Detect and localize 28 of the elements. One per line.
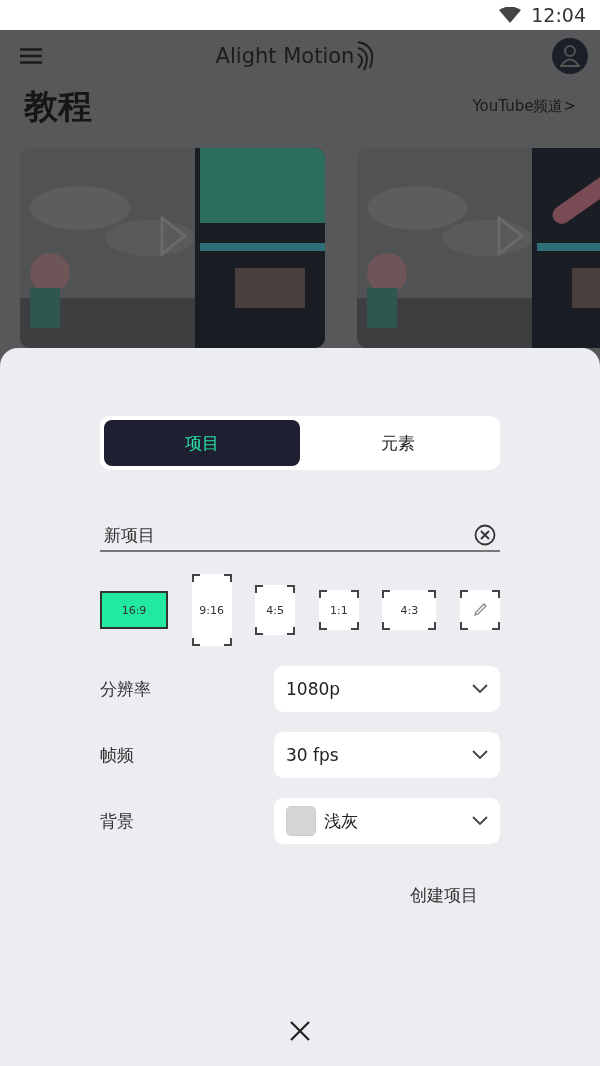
chevron-down-icon: [472, 684, 488, 694]
section-title: 教程: [24, 84, 92, 128]
pencil-icon: [471, 602, 488, 618]
create-project-button[interactable]: 创建项目: [406, 880, 482, 911]
ratio-button[interactable]: 16:9: [100, 591, 168, 629]
setting-label: 帧频: [100, 743, 134, 767]
setting-label: 背景: [100, 809, 134, 833]
ratio-button[interactable]: 4:3: [382, 590, 437, 630]
dropdown[interactable]: 1080p: [274, 666, 500, 712]
dropdown[interactable]: 30 fps: [274, 732, 500, 778]
ratio-button[interactable]: 4:5: [255, 585, 296, 635]
wifi-icon: [499, 7, 522, 23]
status-time: 12:04: [531, 4, 586, 26]
setting-label: 分辨率: [100, 677, 151, 701]
ratio-button[interactable]: 1:1: [318, 590, 359, 630]
chevron-down-icon: [472, 750, 488, 760]
name-field[interactable]: 新项目: [104, 525, 474, 545]
tab[interactable]: 项目: [104, 420, 300, 466]
custom-ratio-button[interactable]: [459, 590, 500, 630]
chevron-down-icon: [472, 816, 488, 826]
menu-icon[interactable]: [20, 48, 42, 65]
person-icon: [560, 45, 580, 68]
tab[interactable]: 元素: [300, 420, 496, 466]
ratio-button[interactable]: 9:16: [191, 574, 232, 646]
dropdown[interactable]: 浅灰: [274, 798, 500, 844]
app-logo: Alight Motion: [215, 44, 355, 69]
clear-icon[interactable]: [474, 524, 496, 546]
close-button[interactable]: [289, 1020, 311, 1042]
